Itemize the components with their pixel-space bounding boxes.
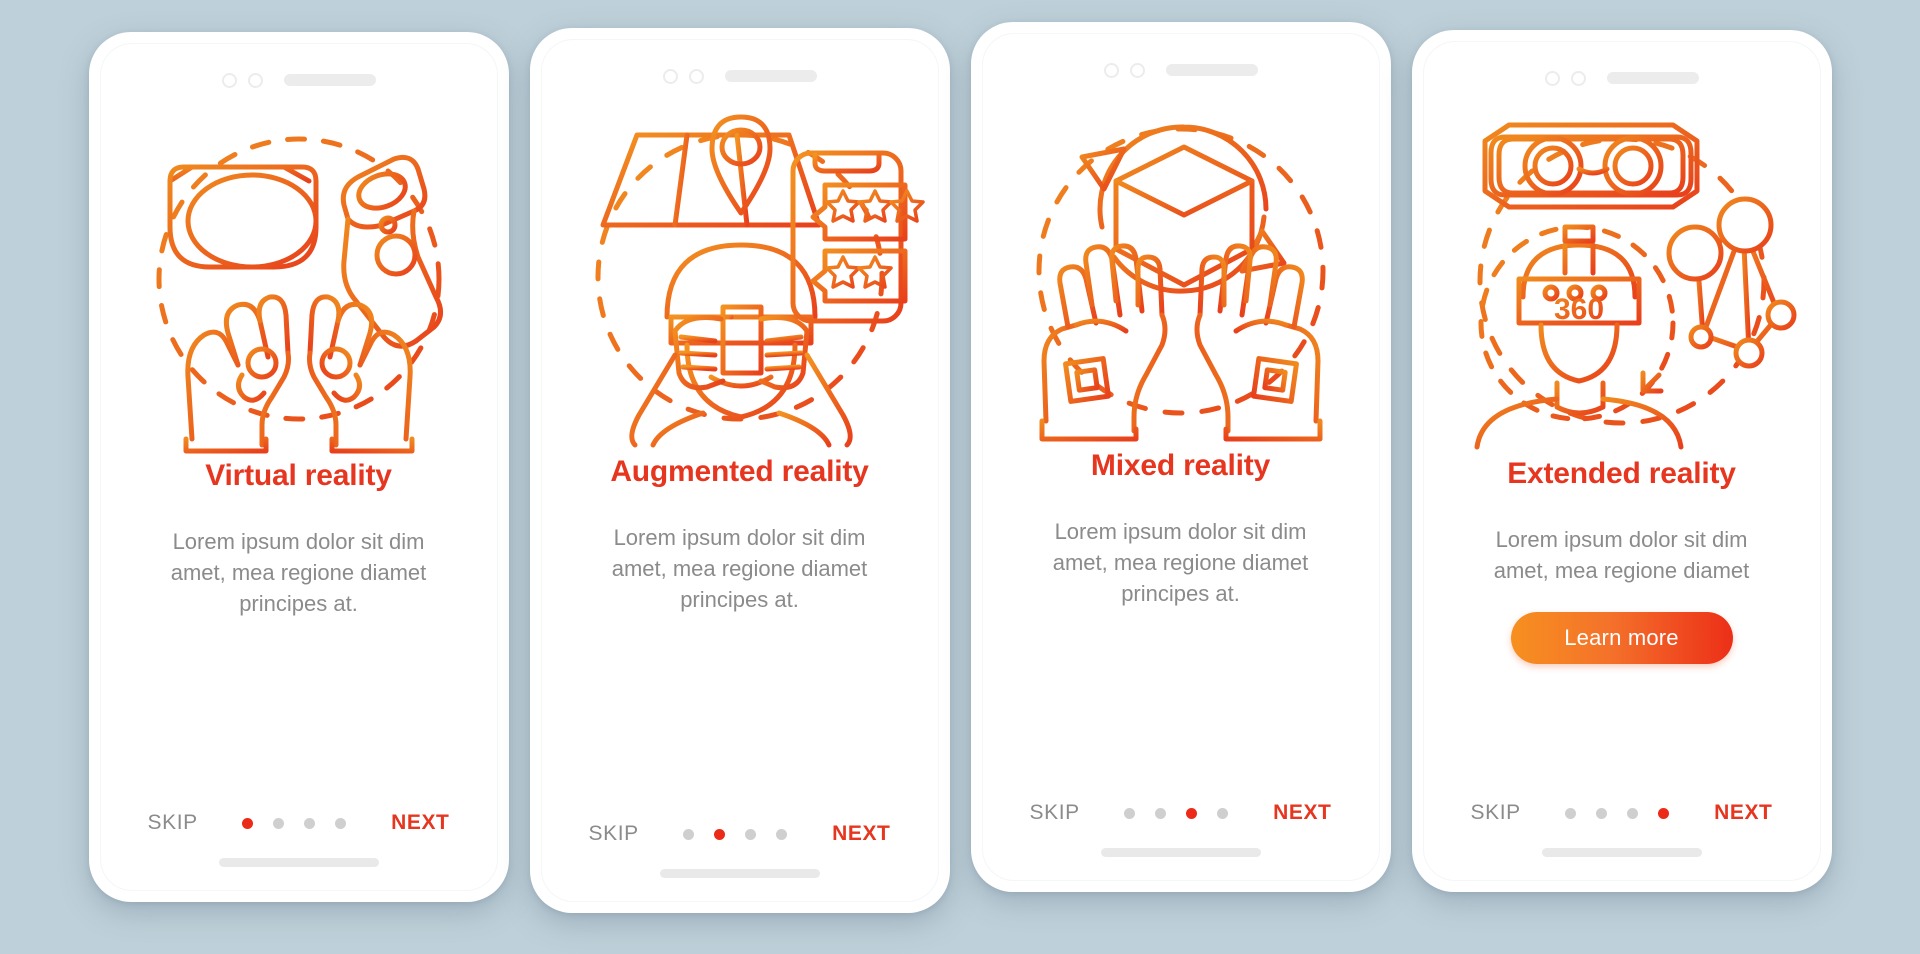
proximity-sensor-icon <box>1570 70 1586 86</box>
pagination-dot-3[interactable] <box>304 817 316 829</box>
pagination-dot-4[interactable] <box>335 817 347 829</box>
phone-screen: 360 Extended reality Lorem ipsum dolor s… <box>1422 41 1821 881</box>
status-notch <box>1423 41 1821 97</box>
illustration-map-pin-person-phone-reviews <box>575 105 925 448</box>
speaker-grill-icon <box>1606 72 1699 84</box>
pagination-dot-4[interactable] <box>776 828 788 840</box>
home-indicator <box>218 858 379 867</box>
pagination-dots <box>683 828 788 840</box>
pagination-dot-1[interactable] <box>1124 807 1136 819</box>
skip-button[interactable]: SKIP <box>1030 801 1080 825</box>
onboarding-screen-mixed-reality: Mixed reality Lorem ipsum dolor sit dim … <box>970 22 1391 892</box>
learn-more-button[interactable]: Learn more <box>1510 612 1733 665</box>
next-button[interactable]: NEXT <box>832 822 890 846</box>
onboarding-footer: SKIP NEXT <box>100 811 498 835</box>
screen-description: Lorem ipsum dolor sit dim amet, mea regi… <box>170 529 427 617</box>
proximity-sensor-icon <box>688 68 704 84</box>
pagination-dot-2[interactable] <box>714 828 726 840</box>
pagination-dot-4[interactable] <box>1658 807 1670 819</box>
onboarding-screen-virtual-reality: Virtual reality Lorem ipsum dolor sit di… <box>88 32 509 902</box>
pagination-dots <box>1124 807 1229 819</box>
skip-button[interactable]: SKIP <box>589 822 639 846</box>
proximity-sensor-icon <box>1129 62 1145 78</box>
pagination-dot-2[interactable] <box>273 817 285 829</box>
status-notch <box>982 33 1380 89</box>
phone-screen: Augmented reality Lorem ipsum dolor sit … <box>540 39 939 902</box>
pagination-dot-2[interactable] <box>1596 807 1608 819</box>
svg-text:360: 360 <box>1553 293 1603 326</box>
onboarding-footer: SKIP NEXT <box>541 822 939 846</box>
speaker-grill-icon <box>1165 64 1258 76</box>
pagination-dots <box>1565 807 1670 819</box>
pagination-dot-1[interactable] <box>242 817 254 829</box>
next-button[interactable]: NEXT <box>1273 801 1331 825</box>
phone-screen: Virtual reality Lorem ipsum dolor sit di… <box>99 43 498 891</box>
pagination-dot-3[interactable] <box>745 828 757 840</box>
onboarding-screen-augmented-reality: Augmented reality Lorem ipsum dolor sit … <box>529 28 950 913</box>
screen-description: Lorem ipsum dolor sit dim amet, mea regi… <box>611 525 868 613</box>
pagination-dot-2[interactable] <box>1155 807 1167 819</box>
status-notch <box>100 43 498 99</box>
pagination-dot-4[interactable] <box>1217 807 1229 819</box>
onboarding-footer: SKIP NEXT <box>982 801 1380 825</box>
home-indicator <box>1100 848 1261 857</box>
proximity-sensor-icon <box>247 72 263 88</box>
onboarding-screen-extended-reality: 360 Extended reality Lorem ipsum dolor s… <box>1411 30 1832 892</box>
camera-sensor-icon <box>662 68 678 84</box>
speaker-grill-icon <box>283 74 376 86</box>
pagination-dot-3[interactable] <box>1627 807 1639 819</box>
screen-title: Virtual reality <box>205 459 392 492</box>
status-notch <box>541 39 939 95</box>
pagination-dots <box>242 817 347 829</box>
pagination-dot-1[interactable] <box>683 828 695 840</box>
pagination-dot-1[interactable] <box>1565 807 1577 819</box>
home-indicator <box>1541 848 1702 857</box>
pagination-dot-3[interactable] <box>1186 807 1198 819</box>
skip-button[interactable]: SKIP <box>1471 801 1521 825</box>
onboarding-screens-row: Virtual reality Lorem ipsum dolor sit di… <box>0 0 1920 954</box>
screen-title: Extended reality <box>1507 457 1736 490</box>
camera-sensor-icon <box>1103 62 1119 78</box>
camera-sensor-icon <box>1544 70 1560 86</box>
onboarding-footer: SKIP NEXT <box>1423 801 1821 825</box>
screen-description: Lorem ipsum dolor sit dim amet, mea regi… <box>1493 527 1750 584</box>
speaker-grill-icon <box>724 70 817 82</box>
illustration-rotating-cube-vr-gloves <box>1016 99 1346 442</box>
home-indicator <box>659 869 820 878</box>
illustration-vr-goggles-360-headset-network: 360 <box>1457 107 1796 450</box>
screen-description: Lorem ipsum dolor sit dim amet, mea regi… <box>1052 519 1309 607</box>
illustration-vr-headset-controller-hands <box>134 109 464 454</box>
next-button[interactable]: NEXT <box>391 811 449 835</box>
screen-title: Augmented reality <box>610 455 869 488</box>
next-button[interactable]: NEXT <box>1714 801 1772 825</box>
camera-sensor-icon <box>221 72 237 88</box>
screen-title: Mixed reality <box>1090 449 1271 482</box>
skip-button[interactable]: SKIP <box>148 811 198 835</box>
phone-screen: Mixed reality Lorem ipsum dolor sit dim … <box>981 33 1380 881</box>
